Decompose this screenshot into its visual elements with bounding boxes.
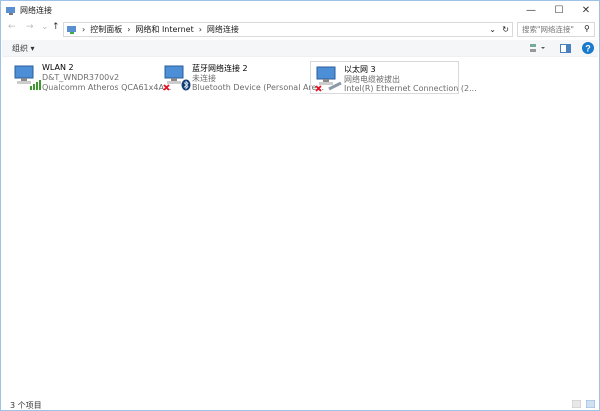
breadcrumb-network-internet[interactable]: 网络和 Internet [135,24,193,35]
help-icon[interactable]: ? [582,42,594,54]
breadcrumb-network-connections[interactable]: 网络连接 [207,24,239,35]
connection-name: WLAN 2 [42,63,74,72]
breadcrumb-control-panel[interactable]: 控制面板 [90,24,122,35]
change-view-icon[interactable] [530,44,546,53]
breadcrumb-separator: › [127,25,131,34]
close-button[interactable]: ✕ [572,1,600,19]
connection-device: Intel(R) Ethernet Connection (2... [344,84,477,93]
large-icons-view-icon[interactable] [586,400,595,408]
address-dropdown-button[interactable]: ⌄ [489,25,496,34]
item-count: 3 个项目 [10,401,42,410]
search-icon[interactable]: ⚲ [584,24,590,33]
window-title: 网络连接 [20,6,52,15]
wifi-adapter-icon [14,65,41,90]
recent-locations-button[interactable]: ⌄ [41,22,49,32]
up-button[interactable]: ↑ [52,22,60,32]
maximize-button[interactable]: ☐ [545,1,573,19]
navigation-bar: ← → ⌄ ↑ › 控制面板 › 网络和 Internet › 网络连接 ⌄ ↻ [1,21,599,37]
title-bar: 网络连接 [1,1,599,20]
connection-device: Bluetooth Device (Personal Are... [192,83,325,92]
control-panel-icon [67,26,76,34]
organize-button[interactable]: 组织 ▾ [12,43,35,54]
connection-device: Qualcomm Atheros QCA61x4A... [42,83,172,92]
preview-pane-icon[interactable] [560,44,571,53]
breadcrumb-separator: › [82,25,86,34]
ethernet-adapter-icon [315,66,342,92]
details-view-icon[interactable] [572,400,581,408]
back-button[interactable]: ← [8,22,16,32]
connection-bluetooth[interactable]: 蓝牙网络连接 2 未连接 Bluetooth Device (Personal … [159,61,324,94]
connection-wlan[interactable]: WLAN 2 D&T_WNDR3700v2 Qualcomm Atheros Q… [9,61,171,94]
breadcrumb-separator: › [198,25,202,34]
command-bar: 组织 ▾ ? [2,40,598,57]
explorer-window: 网络连接 — ☐ ✕ ← → ⌄ ↑ › 控制面板 › 网络和 Internet… [0,0,600,411]
network-folder-icon [6,7,15,15]
forward-button[interactable]: → [26,22,34,32]
svg-text:?: ? [585,44,591,54]
address-bar[interactable]: › 控制面板 › 网络和 Internet › 网络连接 ⌄ ↻ [63,22,513,37]
refresh-button[interactable]: ↻ [502,25,509,34]
connection-ethernet[interactable]: 以太网 3 网络电缆被拔出 Intel(R) Ethernet Connecti… [310,61,477,94]
connection-status: D&T_WNDR3700v2 [42,73,120,82]
minimize-button[interactable]: — [517,1,545,19]
bluetooth-adapter-icon [163,65,191,91]
